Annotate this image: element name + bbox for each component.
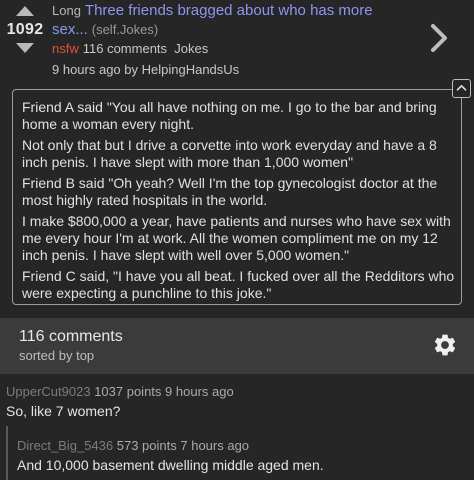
comment-author[interactable]: UpperCut9023 bbox=[6, 384, 91, 399]
comment-text: And 10,000 basement dwelling middle aged… bbox=[17, 457, 324, 473]
gear-icon[interactable] bbox=[432, 332, 458, 358]
post-domain[interactable]: (self.Jokes) bbox=[92, 22, 158, 37]
comment: UpperCut9023 1037 points 9 hours ago So,… bbox=[0, 384, 474, 419]
post-meta-line: nsfw 116 comments Jokes bbox=[52, 40, 412, 58]
vote-column: 1092 bbox=[4, 6, 46, 53]
comment-age: 7 hours ago bbox=[180, 438, 250, 453]
body-paragraph: Friend B said "Oh yeah? Well I'm the top… bbox=[22, 175, 438, 208]
post-title-block: Long Three friends bragged about who has … bbox=[52, 1, 412, 79]
comments-count: 116 comments bbox=[19, 328, 123, 345]
upvote-arrow-icon[interactable] bbox=[16, 6, 34, 16]
comment-author[interactable]: Direct_Big_5436 bbox=[17, 438, 113, 453]
body-paragraph: Not only that but I drive a corvette int… bbox=[22, 137, 437, 170]
comment-points: 1037 points bbox=[94, 384, 162, 399]
comment-reply: Direct_Big_5436 573 points 7 hours ago A… bbox=[0, 438, 474, 473]
comment-points: 573 points bbox=[116, 438, 177, 453]
title-line: Long Three friends bragged about who has … bbox=[52, 1, 412, 39]
post-subreddit[interactable]: Jokes bbox=[174, 41, 208, 56]
body-paragraph: I make $800,000 a year, have patients an… bbox=[22, 213, 451, 263]
comments-header-bar: 116 comments sorted by top bbox=[0, 318, 474, 374]
comments-sort-label: sorted by top bbox=[19, 348, 95, 363]
body-paragraph: Friend C said, "I have you all beat. I f… bbox=[22, 268, 455, 301]
nsfw-tag: nsfw bbox=[52, 41, 79, 56]
body-paragraph: Friend A said "You all have nothing on m… bbox=[22, 99, 437, 132]
comment-text: So, like 7 women? bbox=[6, 403, 121, 419]
comment-age: 9 hours ago bbox=[165, 384, 234, 399]
post-age-author: 9 hours ago by HelpingHandsUs bbox=[52, 62, 240, 77]
post-header: 1092 Long Three friends bragged about who… bbox=[0, 0, 474, 81]
comment-meta: UpperCut9023 1037 points 9 hours ago bbox=[6, 384, 474, 399]
post-score: 1092 bbox=[6, 21, 44, 38]
chevron-right-icon[interactable] bbox=[424, 18, 454, 58]
post-comments-link[interactable]: 116 comments bbox=[83, 41, 167, 56]
post-flair: Long bbox=[52, 3, 81, 18]
collapse-icon[interactable] bbox=[452, 79, 471, 98]
post-body-text: Friend A said "You all have nothing on m… bbox=[22, 99, 456, 306]
comment-meta: Direct_Big_5436 573 points 7 hours ago bbox=[17, 438, 474, 453]
downvote-arrow-icon[interactable] bbox=[16, 43, 34, 53]
